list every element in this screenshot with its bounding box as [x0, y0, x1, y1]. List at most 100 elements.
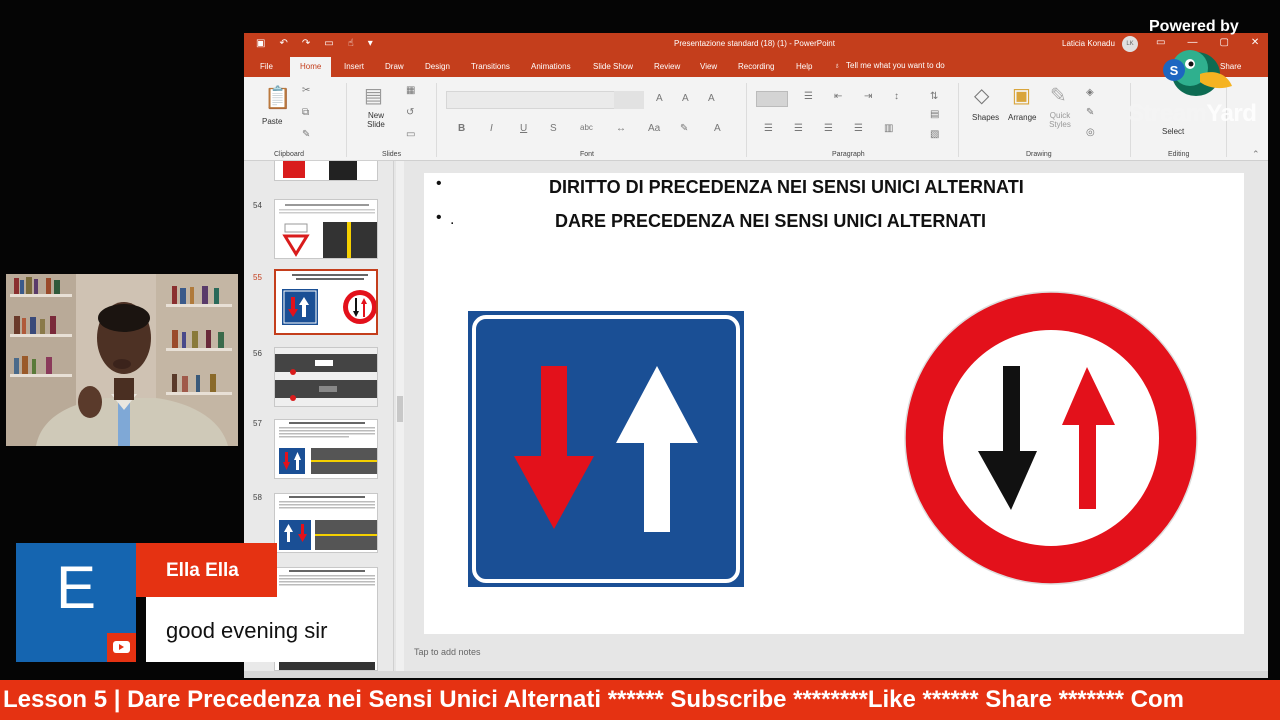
group-clipboard: Clipboard: [274, 151, 304, 158]
touch-mode-icon[interactable]: ☝: [348, 38, 354, 49]
select-button[interactable]: Select: [1162, 127, 1184, 136]
user-avatar[interactable]: LK: [1122, 36, 1138, 52]
italic-icon[interactable]: I: [490, 123, 493, 134]
save-icon[interactable]: ▣: [256, 38, 265, 49]
slide-bullet-1[interactable]: DIRITTO DI PRECEDENZA NEI SENSI UNICI AL…: [549, 177, 1024, 198]
text-direction-icon[interactable]: ⇅: [930, 91, 938, 102]
font-size-box[interactable]: [614, 91, 644, 109]
ribbon-tabs: File Home Insert Draw Design Transitions…: [244, 55, 1268, 77]
present-icon[interactable]: ▭: [324, 38, 333, 49]
spacing-icon[interactable]: ↔: [616, 123, 626, 134]
smartart-icon[interactable]: ▧: [930, 129, 939, 140]
group-slides: Slides: [382, 151, 402, 158]
group-font: Font: [580, 151, 595, 158]
tab-design[interactable]: Design: [425, 62, 450, 71]
slide-thumbnail[interactable]: [274, 347, 378, 407]
paste-icon[interactable]: 📋: [264, 85, 291, 111]
reset-icon[interactable]: ↺: [406, 107, 414, 118]
font-color-icon[interactable]: A: [714, 123, 721, 134]
slide-thumbnail[interactable]: [274, 199, 378, 259]
paste-button[interactable]: Paste: [262, 117, 282, 126]
quick-styles-icon[interactable]: ✎: [1050, 83, 1067, 108]
status-bar: [244, 671, 1268, 678]
shape-effects-icon[interactable]: ◎: [1086, 127, 1095, 138]
slide-thumbnail[interactable]: [274, 493, 378, 553]
decrease-indent-icon[interactable]: ⇤: [834, 91, 842, 102]
slide-thumbnail[interactable]: [274, 161, 378, 181]
tab-view[interactable]: View: [700, 62, 717, 71]
shapes-icon[interactable]: ◇: [974, 83, 989, 108]
tell-me-text: Tell me what you want to do: [846, 61, 945, 70]
webcam-video: [6, 274, 238, 446]
tab-insert[interactable]: Insert: [344, 62, 364, 71]
increase-indent-icon[interactable]: ⇥: [864, 91, 872, 102]
underline-icon[interactable]: U: [520, 123, 527, 134]
align-right-icon[interactable]: ☰: [824, 123, 833, 134]
scrollbar-thumb[interactable]: [397, 396, 403, 422]
slide-number: 56: [253, 349, 262, 358]
tab-file[interactable]: File: [260, 62, 273, 71]
tab-review[interactable]: Review: [654, 62, 680, 71]
cut-icon[interactable]: ✂: [302, 85, 310, 96]
bold-icon[interactable]: B: [458, 123, 465, 134]
section-icon[interactable]: ▭: [406, 129, 415, 140]
highlight-icon[interactable]: ✎: [680, 123, 688, 134]
tell-me-box[interactable]: ♁ Tell me what you want to do: [834, 61, 945, 70]
line-spacing-icon[interactable]: ↕: [894, 91, 899, 102]
slide-thumbnail-selected[interactable]: [274, 269, 378, 335]
slide-number: 55: [253, 273, 262, 282]
bullet-dot: •: [436, 175, 442, 192]
tab-help[interactable]: Help: [796, 62, 812, 71]
align-text-icon[interactable]: ▤: [930, 109, 939, 120]
numbering-icon[interactable]: ☰: [804, 91, 813, 102]
columns-icon[interactable]: ▥: [884, 123, 893, 134]
justify-icon[interactable]: ☰: [854, 123, 863, 134]
slide-thumbnail[interactable]: [274, 419, 378, 479]
streamyard-wordmark: StreamYard: [1128, 100, 1257, 128]
user-name[interactable]: Laticia Konadu: [1062, 39, 1115, 48]
shape-outline-icon[interactable]: ✎: [1086, 107, 1094, 118]
align-center-icon[interactable]: ☰: [794, 123, 803, 134]
format-painter-icon[interactable]: ✎: [302, 129, 310, 140]
arrange-button[interactable]: Arrange: [1008, 113, 1036, 122]
give-way-to-oncoming-sign-icon[interactable]: [901, 288, 1201, 588]
change-case-icon[interactable]: Aa: [648, 123, 660, 134]
news-ticker: Lesson 5 | Dare Precedenza nei Sensi Uni…: [0, 680, 1280, 720]
new-slide-icon[interactable]: ▤: [364, 83, 383, 108]
bullets-icon[interactable]: [756, 91, 788, 107]
slide-bullet-2[interactable]: DARE PRECEDENZA NEI SENSI UNICI ALTERNAT…: [555, 211, 986, 232]
shapes-button[interactable]: Shapes: [972, 113, 999, 122]
arrange-icon[interactable]: ▣: [1012, 83, 1031, 108]
shrink-font-icon[interactable]: A: [682, 93, 689, 104]
shape-fill-icon[interactable]: ◈: [1086, 87, 1094, 98]
close-icon[interactable]: ✕: [1251, 37, 1259, 48]
new-slide-button[interactable]: New Slide: [360, 111, 392, 129]
divider: [746, 83, 747, 157]
tab-recording[interactable]: Recording: [738, 62, 774, 71]
clear-format-icon[interactable]: A: [708, 93, 715, 104]
shadow-icon[interactable]: S: [550, 123, 557, 134]
slide-canvas[interactable]: • DIRITTO DI PRECEDENZA NEI SENSI UNICI …: [424, 173, 1244, 634]
undo-icon[interactable]: ↶: [279, 38, 287, 49]
redo-icon[interactable]: ↷: [302, 38, 310, 49]
tab-home[interactable]: Home: [290, 57, 332, 77]
align-left-icon[interactable]: ☰: [764, 123, 773, 134]
tab-transitions[interactable]: Transitions: [471, 62, 510, 71]
notes-placeholder[interactable]: Tap to add notes: [414, 647, 481, 657]
powered-by-label: Powered by: [1149, 18, 1239, 35]
copy-icon[interactable]: ⧉: [302, 107, 309, 118]
tab-draw[interactable]: Draw: [385, 62, 404, 71]
group-drawing: Drawing: [1026, 151, 1052, 158]
strikethrough-icon[interactable]: abc: [580, 123, 593, 132]
collapse-ribbon-icon[interactable]: ⌃: [1252, 149, 1260, 160]
tab-slide-show[interactable]: Slide Show: [593, 62, 633, 71]
thumbnail-scrollbar[interactable]: [396, 161, 404, 671]
priority-over-oncoming-sign-icon[interactable]: [468, 311, 744, 587]
customize-icon[interactable]: ▾: [368, 38, 373, 49]
layout-icon[interactable]: ▦: [406, 85, 415, 96]
youtube-icon: [107, 633, 136, 662]
tab-animations[interactable]: Animations: [531, 62, 571, 71]
quick-styles-button[interactable]: Quick Styles: [1044, 111, 1076, 129]
title-bar: ▣ ↶ ↷ ▭ ☝ ▾ Presentazione standard (18) …: [244, 33, 1268, 55]
grow-font-icon[interactable]: A: [656, 93, 663, 104]
